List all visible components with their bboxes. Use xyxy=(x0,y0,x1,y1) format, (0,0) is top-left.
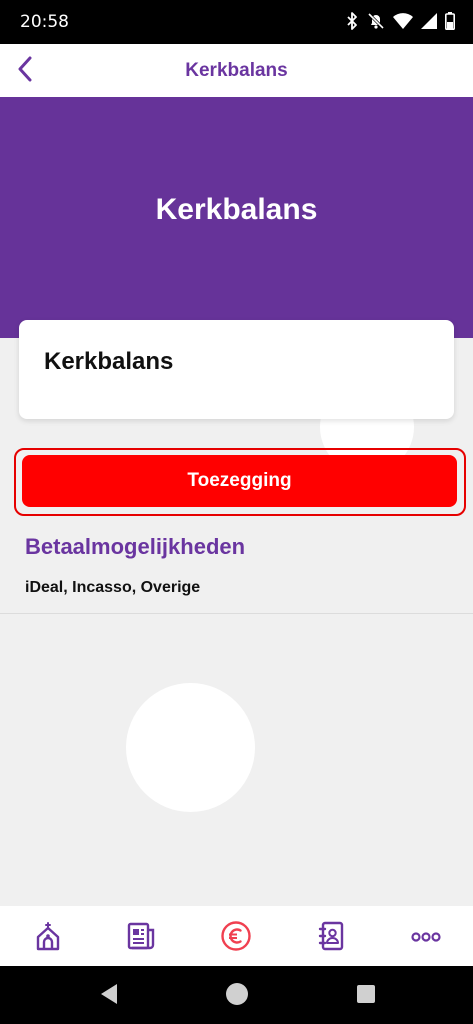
payment-methods-value: iDeal, Incasso, Overige xyxy=(25,579,201,596)
church-icon xyxy=(34,921,62,956)
contacts-icon xyxy=(317,921,345,956)
app-header: Kerkbalans xyxy=(0,44,473,97)
home-circle-icon xyxy=(225,982,249,1011)
header-title: Kerkbalans xyxy=(185,60,288,81)
system-nav-bar xyxy=(0,966,473,1024)
recents-square-icon xyxy=(356,984,376,1009)
tab-more[interactable] xyxy=(406,918,446,958)
tab-news[interactable] xyxy=(121,918,161,958)
divider xyxy=(0,613,473,614)
bluetooth-icon xyxy=(345,12,359,35)
status-time: 20:58 xyxy=(20,12,69,32)
nav-recents-button[interactable] xyxy=(353,983,379,1009)
decorative-circle xyxy=(126,683,255,812)
more-icon xyxy=(411,929,441,947)
battery-icon xyxy=(445,12,455,35)
info-card: Kerkbalans xyxy=(19,320,454,419)
pledge-button[interactable]: Toezegging xyxy=(22,455,457,507)
payment-options-title: Betaalmogelijkheden xyxy=(25,534,246,559)
bottom-tab-bar xyxy=(0,906,473,966)
tab-contacts[interactable] xyxy=(311,918,351,958)
status-bar: 20:58 xyxy=(0,0,473,44)
bell-off-icon xyxy=(367,12,385,35)
wifi-icon xyxy=(393,13,413,34)
card-title: Kerkbalans xyxy=(44,348,174,375)
tab-church[interactable] xyxy=(28,918,68,958)
euro-icon xyxy=(220,920,252,957)
status-icons xyxy=(345,12,455,35)
nav-back-button[interactable] xyxy=(96,983,122,1009)
tab-donations[interactable] xyxy=(216,918,256,958)
signal-icon xyxy=(421,13,437,34)
news-icon xyxy=(126,922,156,955)
hero-banner: Kerkbalans xyxy=(0,97,473,338)
back-triangle-icon xyxy=(99,983,119,1010)
nav-home-button[interactable] xyxy=(224,982,250,1011)
hero-title: Kerkbalans xyxy=(155,193,318,226)
